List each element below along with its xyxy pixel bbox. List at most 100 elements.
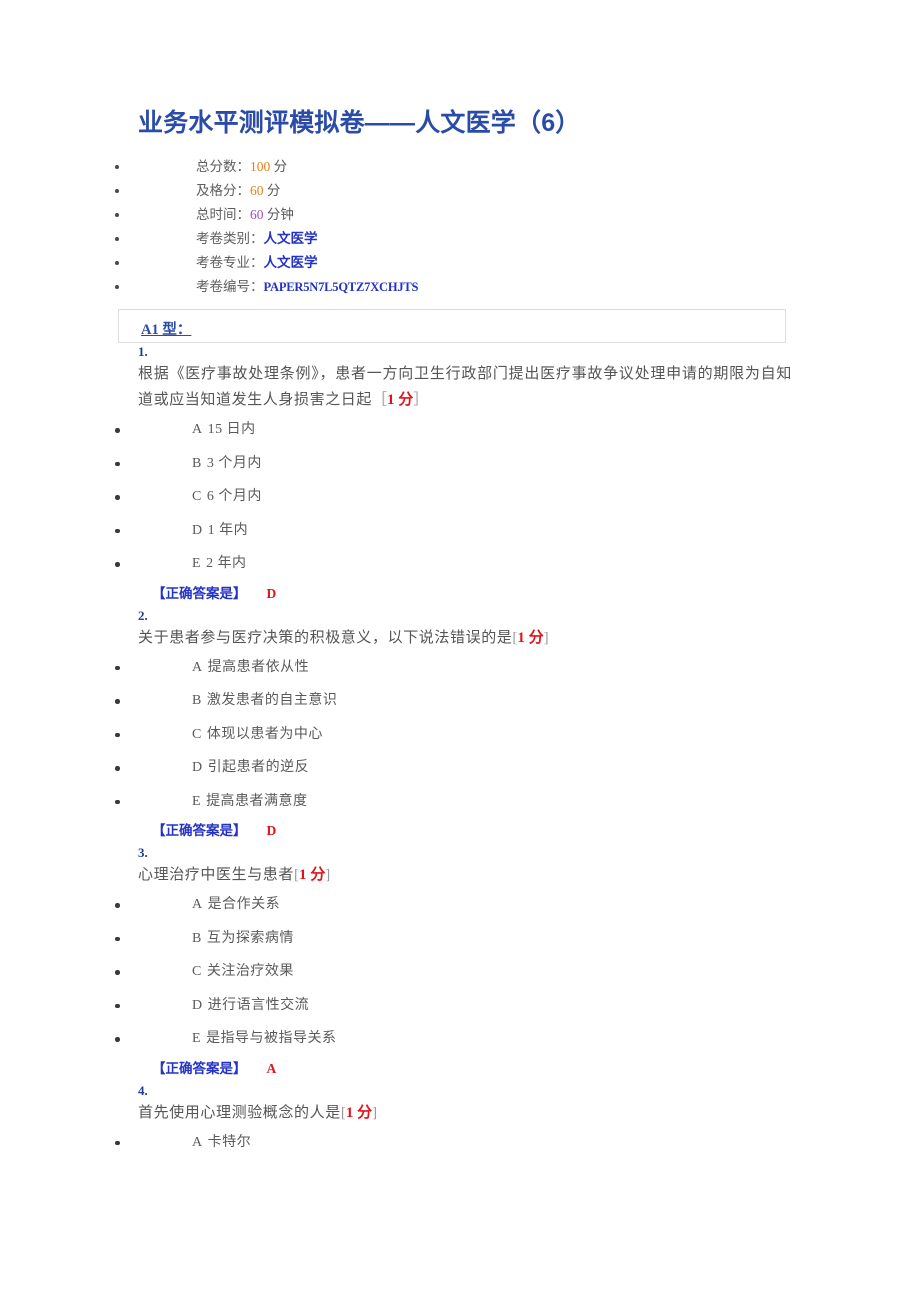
option-item[interactable]: C 关注治疗效果	[0, 955, 920, 989]
meta-item: 考卷类别：人文医学	[0, 227, 920, 251]
correct-answer-value: D	[266, 823, 277, 839]
option-text: 1 年内	[207, 522, 249, 538]
option-item[interactable]: C 体现以患者为中心	[0, 718, 920, 752]
question-block: 1. 根据《医疗事故处理条例》，患者一方向卫生行政部门提出医疗事故争议处理申请的期…	[0, 343, 920, 607]
option-letter: B	[192, 930, 202, 946]
correct-answer-label: 【正确答案是】	[152, 585, 247, 601]
meta-item: 及格分：60 分	[0, 179, 920, 203]
option-text: 互为探索病情	[206, 930, 294, 946]
meta-item: 总时间：60 分钟	[0, 203, 920, 227]
question-text: 关于患者参与医疗决策的积极意义，以下说法错误的是[1 分]	[0, 625, 920, 651]
question-points-value: 1 分	[517, 629, 544, 646]
option-letter: E	[192, 556, 202, 572]
meta-value: PAPER5N7L5QTZ7XCHJTS	[263, 280, 419, 295]
option-text: 2 年内	[206, 556, 247, 572]
question-text: 心理治疗中医生与患者[1 分]	[0, 862, 920, 888]
correct-answer-value: A	[266, 1060, 277, 1076]
meta-value: 人文医学	[263, 255, 318, 271]
question-stem: 心理治疗中医生与患者	[138, 867, 295, 884]
question-points: [1 分]	[512, 629, 549, 646]
question-points: [1 分]	[294, 867, 331, 884]
option-item[interactable]: A 是合作关系	[0, 888, 920, 922]
option-item[interactable]: B 互为探索病情	[0, 922, 920, 956]
question-number: 2.	[138, 607, 148, 623]
question-block: 3. 心理治疗中医生与患者[1 分] A 是合作关系 B 互为探索病情 C 关注治疗效果 D 进行…	[0, 844, 920, 1082]
meta-label: 考卷专业：	[196, 255, 264, 271]
option-letter: C	[192, 964, 202, 980]
option-text: 激发患者的自主意识	[206, 693, 338, 709]
option-text: 提高患者依从性	[207, 659, 310, 675]
meta-value: 100	[250, 159, 271, 175]
meta-value: 60	[250, 207, 264, 223]
option-item[interactable]: A 提高患者依从性	[0, 651, 920, 685]
option-text: 卡特尔	[207, 1134, 252, 1150]
meta-item: 总分数：100 分	[0, 155, 920, 179]
option-letter: E	[192, 793, 202, 809]
meta-label: 考卷编号：	[196, 279, 264, 295]
option-item[interactable]: D 引起患者的逆反	[0, 751, 920, 785]
correct-answer-label: 【正确答案是】	[152, 1060, 247, 1076]
question-points: ［1 分］	[372, 392, 429, 409]
option-item[interactable]: E2 年内	[0, 547, 920, 581]
option-letter: E	[192, 1031, 202, 1047]
option-item[interactable]: B3 个月内	[0, 447, 920, 481]
option-text: 15 日内	[207, 422, 256, 438]
meta-unit: 分钟	[263, 207, 294, 223]
meta-label: 考卷类别：	[196, 231, 264, 247]
option-list: A 卡特尔	[0, 1126, 920, 1160]
question-stem: 关于患者参与医疗决策的积极意义，以下说法错误的是	[138, 629, 513, 646]
option-letter: A	[192, 659, 203, 675]
meta-value: 人文医学	[263, 231, 318, 247]
option-letter: C	[192, 726, 202, 742]
question-points-value: 1 分	[345, 1104, 373, 1121]
option-letter: B	[192, 455, 202, 471]
option-list: A 是合作关系 B 互为探索病情 C 关注治疗效果 D 进行语言性交流 E 是指导与被指导关系	[0, 888, 920, 1056]
option-text: 关注治疗效果	[206, 964, 294, 980]
question-points-value: 1 分	[387, 392, 414, 409]
correct-answer-line: 【正确答案是】 A	[0, 1056, 920, 1082]
question-text: 首先使用心理测验概念的人是[1 分]	[0, 1100, 920, 1126]
option-item[interactable]: D 进行语言性交流	[0, 989, 920, 1023]
option-text: 引起患者的逆反	[207, 760, 310, 776]
question-block: 4. 首先使用心理测验概念的人是[1 分] A 卡特尔	[0, 1082, 920, 1160]
meta-label: 总分数：	[196, 159, 250, 175]
section-title: A1 型：	[141, 322, 192, 339]
option-item[interactable]: A 卡特尔	[0, 1126, 920, 1160]
meta-item: 考卷编号：PAPER5N7L5QTZ7XCHJTS	[0, 275, 920, 299]
meta-label: 总时间：	[196, 207, 250, 223]
option-text: 3 个月内	[206, 455, 262, 471]
option-letter: D	[192, 522, 203, 538]
option-item[interactable]: C6 个月内	[0, 480, 920, 514]
option-text: 提高患者满意度	[206, 793, 308, 809]
question-stem: 首先使用心理测验概念的人是	[138, 1104, 341, 1121]
page-title: 业务水平测评模拟卷——人文医学（6）	[138, 109, 581, 137]
exam-paper-page: 业务水平测评模拟卷——人文医学（6） 总分数：100 分及格分：60 分总时间：…	[0, 0, 920, 1302]
questions-container: 1. 根据《医疗事故处理条例》，患者一方向卫生行政部门提出医疗事故争议处理申请的期…	[0, 343, 920, 1159]
option-letter: D	[192, 760, 203, 776]
option-text: 6 个月内	[206, 489, 262, 505]
correct-answer-label: 【正确答案是】	[152, 823, 247, 839]
question-number: 1.	[138, 344, 148, 360]
option-letter: A	[192, 897, 203, 913]
meta-unit: 分	[270, 159, 288, 175]
option-text: 是指导与被指导关系	[206, 1031, 337, 1047]
meta-unit: 分	[263, 183, 281, 199]
option-letter: A	[192, 1134, 203, 1150]
section-header-box: A1 型：	[118, 309, 786, 344]
option-item[interactable]: E 提高患者满意度	[0, 785, 920, 819]
option-letter: A	[192, 422, 203, 438]
option-item[interactable]: E 是指导与被指导关系	[0, 1022, 920, 1056]
meta-label: 及格分：	[196, 183, 250, 199]
option-letter: C	[192, 489, 202, 505]
question-block: 2. 关于患者参与医疗决策的积极意义，以下说法错误的是[1 分] A 提高患者依从性 B…	[0, 607, 920, 845]
question-points-value: 1 分	[299, 867, 326, 884]
meta-value: 60	[250, 183, 264, 199]
option-letter: D	[192, 997, 203, 1013]
option-list: A 提高患者依从性 B 激发患者的自主意识 C 体现以患者为中心 D 引起患者的逆反 E 提高患者…	[0, 651, 920, 819]
exam-meta-list: 总分数：100 分及格分：60 分总时间：60 分钟 考卷类别：人文医学 考卷专业：…	[0, 155, 920, 299]
option-text: 是合作关系	[207, 897, 281, 913]
option-item[interactable]: D1 年内	[0, 514, 920, 548]
option-item[interactable]: A 15 日内	[0, 413, 920, 447]
option-list: A 15 日内 B 3 个月内 C 6 个月内 D 1 年内 E 2 年内	[0, 413, 920, 581]
option-item[interactable]: B 激发患者的自主意识	[0, 684, 920, 718]
